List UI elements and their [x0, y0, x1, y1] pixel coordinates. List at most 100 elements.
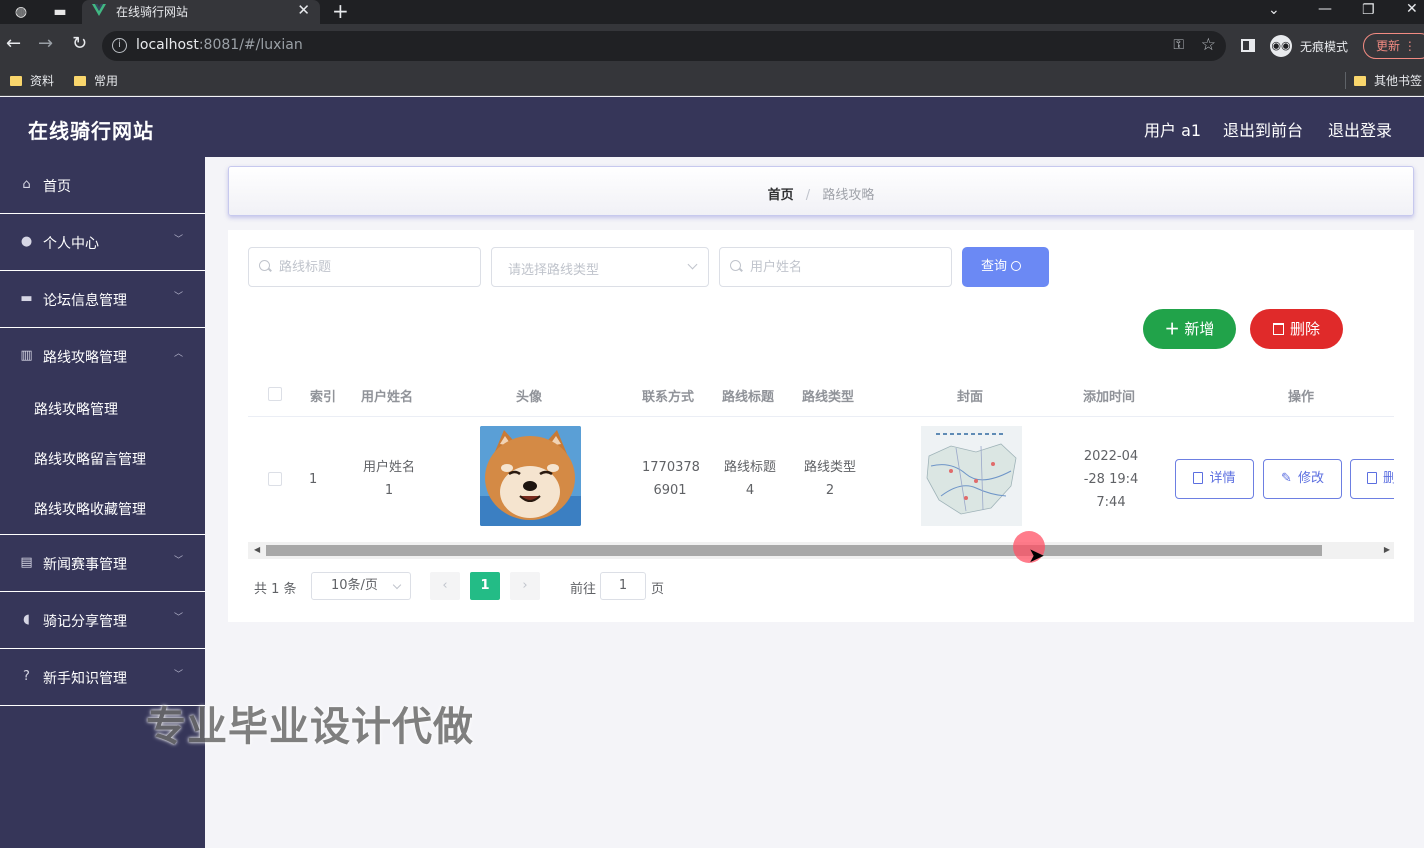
user-icon: ● — [20, 234, 33, 249]
route-type-select[interactable]: 请选择路线类型 — [491, 247, 709, 287]
document-icon — [1193, 472, 1204, 484]
edit-button[interactable]: ✎ 修改 — [1263, 459, 1342, 499]
logout-link[interactable]: 退出登录 — [1328, 117, 1392, 141]
tab-title: 在线骑行网站 — [116, 5, 189, 19]
browser-tab-bar: ◍ ▬ 在线骑行网站 ✕ + ⌄ — ❐ ✕ — [0, 0, 1424, 24]
site-title: 在线骑行网站 — [28, 119, 154, 143]
minimize-icon[interactable]: — — [1318, 1, 1332, 17]
url-host: localhost — [136, 37, 199, 53]
new-tab-icon[interactable]: + — [332, 0, 349, 23]
key-icon[interactable]: ⚿ — [1173, 37, 1184, 53]
goto-page-input[interactable]: 1 — [600, 572, 646, 600]
column-header: 路线类型 — [802, 390, 855, 405]
cell-route-title-line: 4 — [745, 483, 755, 498]
delete-button-label: 删除 — [1289, 320, 1320, 338]
breadcrumb-home[interactable]: 首页 — [768, 188, 794, 203]
window-close-icon[interactable]: ✕ — [1406, 1, 1418, 17]
cell-index: 1 — [309, 472, 318, 487]
sidebar-item-share[interactable]: ◖ 骑记分享管理 ﹀ — [0, 592, 205, 649]
cell-username-line: 1 — [384, 483, 394, 498]
chevron-down-icon: ﹀ — [173, 670, 183, 680]
current-user-link[interactable]: 用户 a1 — [1144, 117, 1201, 141]
close-tab-icon[interactable]: ✕ — [297, 1, 310, 19]
globe-icon[interactable]: ◍ — [7, 2, 35, 22]
main-panel: 请选择路线类型 查询 ＋ 新增 删除 索引 用户姓名 头像 联系方式 路线标题 … — [228, 230, 1414, 622]
cell-username-line: 用户姓名 — [362, 460, 415, 475]
row-checkbox[interactable] — [268, 472, 282, 486]
delete-button[interactable]: 删除 — [1250, 309, 1343, 349]
prev-page-button[interactable]: ‹ — [430, 572, 460, 600]
bookmark-folder-1[interactable]: 资料 — [10, 72, 54, 89]
sidebar-item-news[interactable]: ▤ 新闻赛事管理 ﹀ — [0, 535, 205, 592]
mouse-cursor-icon: ➤ — [1028, 543, 1045, 567]
restore-icon[interactable]: ❐ — [1362, 2, 1375, 18]
sidebar-item-route[interactable]: ▥ 路线攻略管理 ︿ — [0, 328, 205, 385]
submenu-route-favorites[interactable]: 路线攻略收藏管理 — [0, 483, 205, 533]
bookmark-folder-2[interactable]: 常用 — [74, 72, 118, 89]
column-header: 联系方式 — [642, 390, 695, 405]
tab-list-icon[interactable]: ⌄ — [1268, 2, 1280, 18]
submenu-label: 路线攻略收藏管理 — [34, 502, 146, 518]
column-header: 封面 — [957, 390, 984, 405]
side-panel-icon[interactable] — [1241, 39, 1255, 52]
library-icon: ▥ — [20, 348, 33, 363]
folder-icon — [74, 76, 86, 86]
detail-button[interactable]: 详情 — [1175, 459, 1254, 499]
scroll-right-icon[interactable]: ▶ — [1384, 545, 1390, 554]
sidebar-group-route: ▥ 路线攻略管理 ︿ 路线攻略管理 路线攻略留言管理 路线攻略收藏管理 — [0, 328, 205, 535]
add-button[interactable]: ＋ 新增 — [1143, 309, 1236, 349]
back-to-frontend-link[interactable]: 退出到前台 — [1223, 117, 1303, 141]
breadcrumb-current: 路线攻略 — [822, 188, 875, 203]
bookmark-label: 常用 — [94, 74, 119, 88]
data-table: 索引 用户姓名 头像 联系方式 路线标题 路线类型 封面 添加时间 操作 1 用… — [248, 370, 1394, 535]
route-map-image — [921, 426, 1022, 526]
tab-search-icon[interactable]: ▬ — [46, 2, 74, 22]
page-size-select[interactable]: 10条/页 — [311, 572, 411, 600]
update-label: 更新 — [1376, 39, 1401, 53]
vue-logo-icon — [92, 4, 106, 16]
plus-icon: ＋ — [1164, 320, 1180, 338]
submenu-route-comments[interactable]: 路线攻略留言管理 — [0, 433, 205, 483]
sidebar-item-profile[interactable]: ● 个人中心 ﹀ — [0, 214, 205, 271]
folder-icon — [1354, 76, 1366, 86]
scroll-left-icon[interactable]: ◀ — [254, 545, 260, 554]
url-text: localhost:8081/#/luxian — [136, 37, 303, 53]
reload-icon[interactable]: ↻ — [72, 33, 87, 54]
sidebar-item-home[interactable]: ⌂ 首页 — [0, 157, 205, 214]
user-search-field — [719, 247, 952, 287]
page-number-active[interactable]: 1 — [470, 572, 500, 600]
sidebar-item-label: 路线攻略管理 — [43, 350, 127, 366]
query-button[interactable]: 查询 — [962, 247, 1049, 287]
forward-icon[interactable]: → — [38, 33, 53, 54]
cell-added-time-line: -28 19:4 — [1083, 472, 1139, 487]
row-delete-button[interactable]: 删 — [1350, 459, 1394, 499]
incognito-icon: ◉◉ — [1270, 35, 1292, 57]
submenu-route-manage[interactable]: 路线攻略管理 — [0, 383, 205, 433]
url-field[interactable]: i localhost:8081/#/luxian ⚿ ☆ — [102, 31, 1226, 61]
select-all-checkbox[interactable] — [268, 387, 282, 401]
update-button[interactable]: 更新 ⋮ — [1363, 33, 1424, 59]
bookmarks-bar: 资料 常用 其他书签 — [0, 66, 1424, 96]
user-search-input[interactable] — [720, 248, 951, 286]
edit-icon: ✎ — [1281, 471, 1292, 486]
cell-phone-line: 1770378 — [642, 460, 700, 475]
incognito-label: 无痕模式 — [1300, 40, 1349, 54]
sidebar-item-forum[interactable]: ▬ 论坛信息管理 ﹀ — [0, 271, 205, 328]
site-info-icon[interactable]: i — [112, 38, 127, 53]
pagination-total: 共 1 条 — [254, 582, 297, 597]
scrollbar-thumb[interactable] — [266, 545, 1322, 556]
cell-route-type-line: 路线类型 — [803, 460, 856, 475]
home-icon: ⌂ — [22, 177, 31, 192]
back-icon[interactable]: ← — [6, 33, 21, 54]
other-bookmarks[interactable]: 其他书签 — [1345, 72, 1422, 89]
chevron-down-icon: ﹀ — [173, 235, 183, 245]
bookmark-label: 资料 — [30, 74, 55, 88]
title-search-input[interactable] — [249, 248, 480, 286]
browser-address-bar: ← → ↻ i localhost:8081/#/luxian ⚿ ☆ ◉◉ 无… — [0, 24, 1424, 66]
browser-tab-active[interactable]: 在线骑行网站 ✕ — [82, 0, 320, 24]
horizontal-scrollbar[interactable]: ◀ ▶ — [248, 542, 1394, 559]
next-page-button[interactable]: › — [510, 572, 540, 600]
url-path: :8081/#/luxian — [198, 37, 303, 53]
bookmark-star-icon[interactable]: ☆ — [1201, 35, 1216, 55]
column-header: 头像 — [516, 390, 543, 405]
